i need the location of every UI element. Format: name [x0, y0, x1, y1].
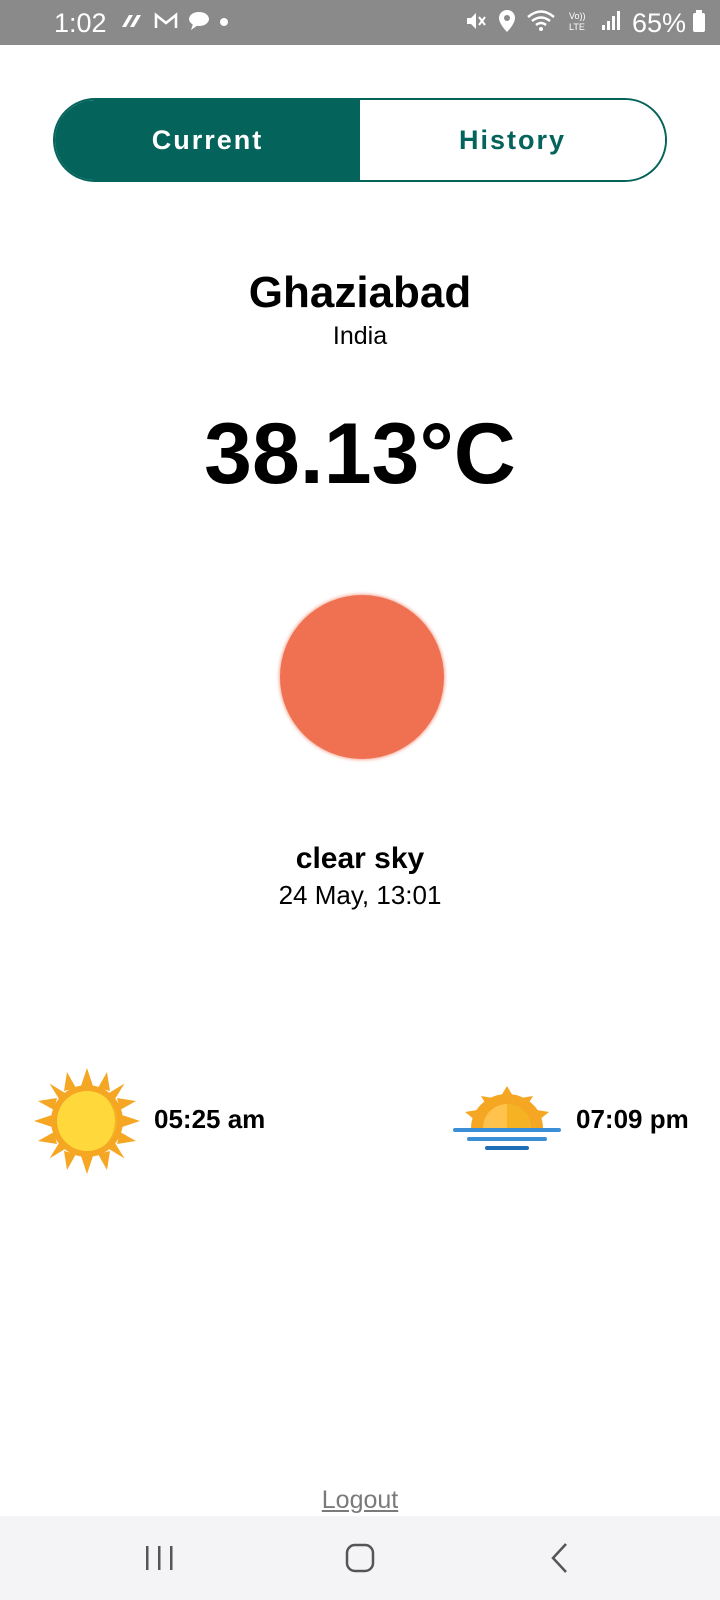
weather-condition: clear sky [295, 842, 425, 875]
sunset-icon [453, 1086, 561, 1152]
tab-history[interactable]: History [360, 100, 665, 180]
status-bar-right: Vo)) LTE 65% [464, 8, 706, 38]
home-icon[interactable] [340, 1538, 380, 1578]
wifi-icon [526, 9, 556, 38]
app-icon [119, 11, 145, 36]
city-name: Ghaziabad [248, 268, 472, 317]
gmail-icon [153, 11, 179, 36]
signal-icon [600, 10, 622, 37]
status-bar-left: 1:02 [54, 8, 237, 38]
sunrise-icon [34, 1068, 140, 1174]
clear-sky-sun-icon [280, 595, 444, 759]
notification-dot-icon [219, 14, 229, 32]
country-name: India [332, 322, 388, 350]
logout-link[interactable]: Logout [0, 1486, 720, 1515]
temperature: 38.13°C [204, 406, 516, 502]
status-bar: 1:02 Vo)) LTE 65% [0, 0, 720, 45]
status-time: 1:02 [54, 8, 107, 38]
sunrise-time: 05:25 am [154, 1104, 266, 1134]
chat-icon [187, 10, 211, 37]
mute-icon [464, 10, 488, 37]
recents-icon[interactable] [140, 1538, 180, 1578]
back-icon[interactable] [541, 1538, 581, 1578]
navigation-bar [0, 1516, 720, 1600]
location-icon [498, 9, 516, 38]
battery-icon [692, 9, 706, 38]
sunset-time: 07:09 pm [576, 1104, 689, 1134]
tab-current[interactable]: Current [55, 100, 360, 180]
tab-bar: Current History [53, 98, 667, 182]
svg-text:Vo)): Vo)) [569, 11, 586, 21]
svg-text:LTE: LTE [569, 22, 585, 32]
weather-datetime: 24 May, 13:01 [278, 880, 442, 910]
battery-percent: 65% [631, 8, 686, 38]
volte-icon: Vo)) LTE [566, 9, 590, 38]
